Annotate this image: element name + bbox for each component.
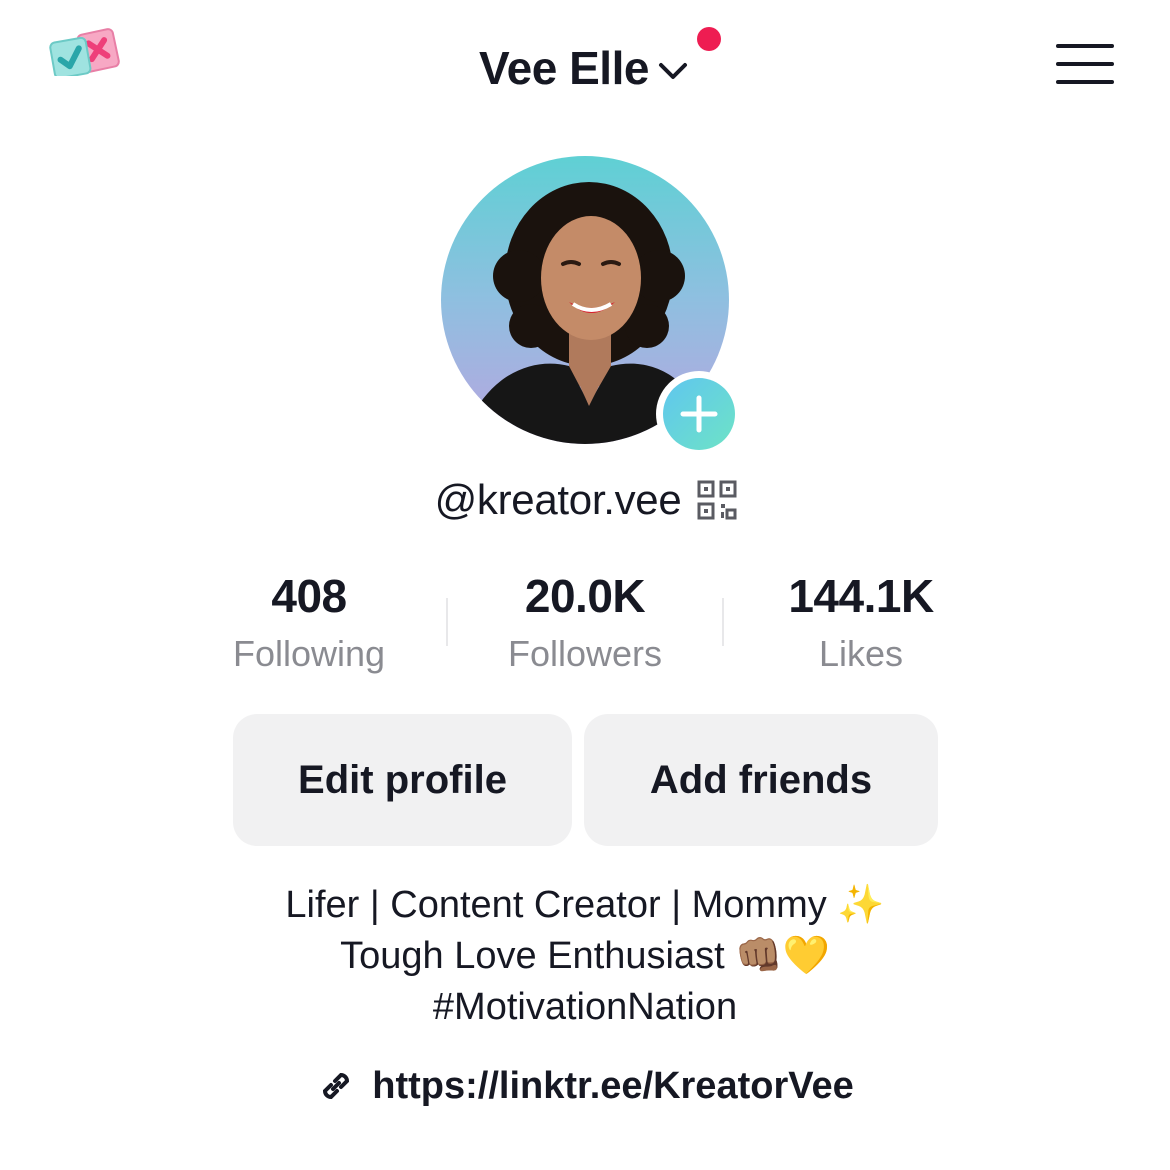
account-switcher[interactable]: Vee Elle xyxy=(0,27,1170,98)
link-icon xyxy=(323,1072,350,1100)
stat-divider xyxy=(446,598,448,646)
stat-label: Followers xyxy=(507,633,663,674)
stat-likes[interactable]: 144.1K Likes xyxy=(741,566,981,682)
edit-profile-button[interactable]: Edit profile xyxy=(233,714,572,846)
add-avatar-circle xyxy=(663,378,735,450)
qr-code-icon[interactable] xyxy=(697,480,737,520)
bio-line: Lifer | Content Creator | Mommy ✨ xyxy=(285,884,885,926)
notification-dot xyxy=(696,27,721,51)
stat-label: Likes xyxy=(818,633,904,674)
stat-value: 20.0K xyxy=(524,570,646,622)
plus-icon xyxy=(680,395,718,433)
bio-line: #MotivationNation xyxy=(432,986,738,1028)
bio-line: Tough Love Enthusiast 👊🏽💛 xyxy=(340,935,830,977)
link-url[interactable]: https://linktr.ee/KreatorVee xyxy=(372,1065,854,1108)
add-friends-button[interactable]: Add friends xyxy=(584,714,938,846)
chevron-down-icon[interactable] xyxy=(655,53,691,89)
hamburger-menu-icon[interactable] xyxy=(1056,44,1114,88)
bio: Lifer | Content Creator | Mommy ✨ Tough … xyxy=(0,880,1170,1033)
stat-following[interactable]: 408 Following xyxy=(189,566,429,682)
account-name[interactable]: Vee Elle xyxy=(479,41,649,95)
add-avatar-button[interactable] xyxy=(656,371,742,457)
stat-divider xyxy=(722,598,724,646)
username: @kreator.vee xyxy=(434,476,682,523)
stat-label: Following xyxy=(232,633,386,674)
username-row: @kreator.vee xyxy=(0,470,1170,530)
stat-value: 408 xyxy=(271,570,347,622)
stat-value: 144.1K xyxy=(788,570,934,622)
bio-link[interactable]: https://linktr.ee/KreatorVee xyxy=(0,1058,1170,1114)
stat-followers[interactable]: 20.0K Followers xyxy=(465,566,705,682)
